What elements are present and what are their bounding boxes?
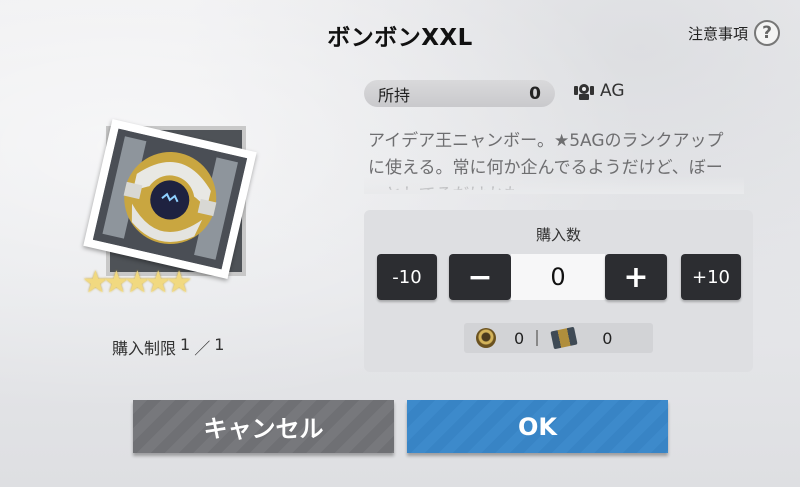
plus-button[interactable]: +: [605, 254, 667, 300]
minus-10-button[interactable]: -10: [377, 254, 437, 300]
description-fade: [364, 176, 744, 194]
purchase-quantity-label: 購入数: [535, 226, 581, 244]
coin-icon: [476, 328, 496, 348]
bonbon-robot-icon: [92, 128, 248, 270]
cost-summary: 0 0: [464, 323, 653, 353]
dialog-title: ボンボンXXL: [327, 25, 473, 51]
cancel-button[interactable]: キャンセル: [133, 400, 394, 453]
robot-art: [92, 128, 248, 270]
cost-divider: [536, 330, 539, 346]
notes-label: 注意事項: [687, 24, 748, 43]
coin-value: 0: [514, 328, 525, 348]
star-icon: ★: [165, 265, 193, 300]
notes-link[interactable]: 注意事項 ?: [688, 20, 780, 46]
quantity-field[interactable]: 0: [511, 254, 605, 300]
help-icon[interactable]: ?: [754, 20, 780, 46]
category-label: AG: [600, 81, 625, 101]
owned-count: 所持 0: [364, 80, 555, 107]
limit-current: 1: [180, 335, 191, 354]
purchase-dialog: ボンボンXXL 注意事項 ? ★ ★ ★ ★ ★ 購入制限 1 ／ 1 所持 0…: [0, 0, 800, 487]
owned-label: 所持: [378, 85, 411, 105]
item-card: [83, 118, 262, 288]
ag-robot-icon: [574, 84, 594, 100]
limit-separator: ／: [194, 339, 211, 358]
limit-label: 購入制限: [112, 339, 177, 358]
rarity-stars: ★ ★ ★ ★ ★: [82, 268, 193, 298]
category-tag: AG: [574, 81, 625, 101]
plus-10-button[interactable]: +10: [681, 254, 741, 300]
limit-max: 1: [214, 335, 225, 354]
purchase-panel: 購入数 -10 − 0 + +10 0 0: [364, 210, 753, 372]
minus-button[interactable]: −: [449, 254, 511, 300]
ticket-icon: [550, 326, 578, 350]
ok-button[interactable]: OK: [407, 400, 668, 453]
purchase-limit: 購入制限 1 ／ 1: [112, 335, 224, 359]
owned-value: 0: [529, 83, 541, 104]
ticket-value: 0: [602, 328, 613, 348]
